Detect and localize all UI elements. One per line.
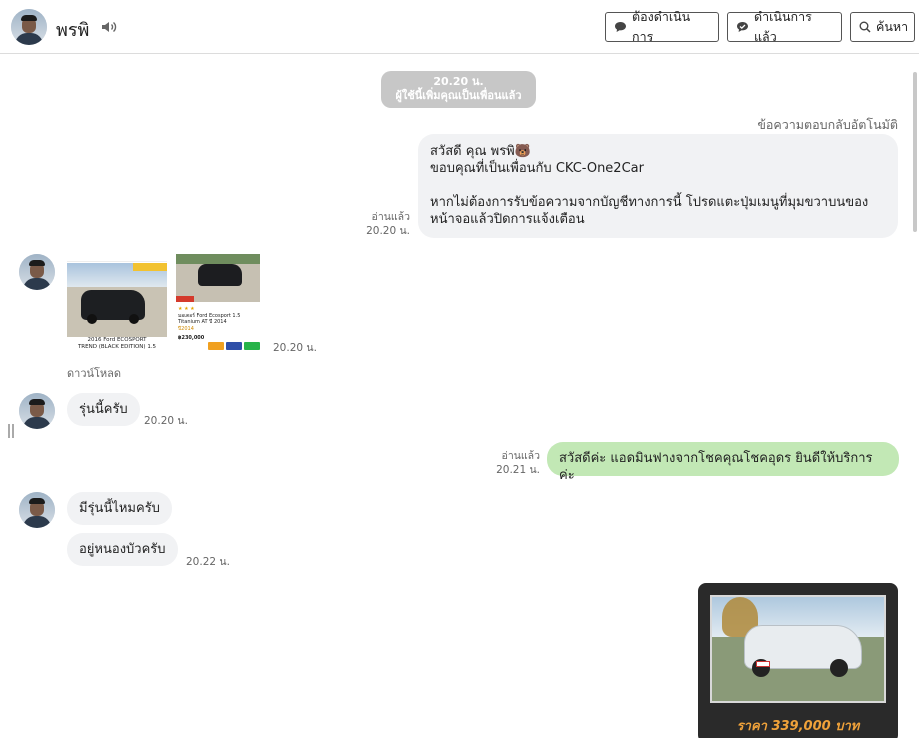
car-photo[interactable]	[710, 595, 886, 703]
chat-header: พรพิ ต้องดำเนินการ ดำเนินการแล้ว ค้นหา	[0, 0, 919, 54]
sender-avatar[interactable]	[19, 393, 55, 429]
welcome-meta: อ่านแล้ว 20.20 น.	[350, 210, 410, 238]
speaker-icon[interactable]	[101, 20, 117, 34]
scrollbar-thumb[interactable]	[913, 72, 917, 232]
product-image-1[interactable]: 2016 Ford ECOSPORT TREND (BLACK EDITION)…	[67, 254, 167, 352]
pending-label: ต้องดำเนินการ	[632, 9, 691, 44]
auto-reply-label: ข้อความตอบกลับอัตโนมัติ	[757, 117, 898, 132]
message-text: มีรุ่นนี้ไหมครับ	[79, 501, 160, 516]
system-time: 20.20 น.	[433, 75, 484, 88]
image-1-caption-2: TREND (BLACK EDITION) 1.5	[77, 344, 157, 350]
sender-avatar[interactable]	[19, 254, 55, 290]
message-time: 20.22 น.	[186, 556, 230, 568]
product-image-2[interactable]: ★ ★ ★ มอเตอร์ Ford Ecosport 1.5 Titanium…	[176, 254, 264, 352]
message-time: 20.20 น.	[144, 415, 188, 427]
read-status: อ่านแล้ว	[371, 211, 410, 223]
system-text: ผู้ใช้นี้เพิ่มคุณเป็นเพื่อนแล้ว	[395, 89, 522, 102]
resize-handle[interactable]	[8, 424, 14, 438]
welcome-message[interactable]: สวัสดี คุณ พรพิ🐻 ขอบคุณที่เป็นเพื่อนกับ …	[418, 134, 898, 238]
read-status: อ่านแล้ว	[501, 450, 540, 462]
incoming-message[interactable]: อยู่หนองบัวครับ	[67, 533, 178, 566]
message-text: สวัสดีค่ะ แอดมินฟางจากโชคคุณโชคอุดร ยินด…	[559, 451, 873, 483]
outgoing-message[interactable]: สวัสดีค่ะ แอดมินฟางจากโชคคุณโชคอุดร ยินด…	[547, 442, 899, 483]
message-text: อยู่หนองบัวครับ	[79, 542, 166, 557]
product-card[interactable]: ราคา 339,000 บาท	[698, 583, 898, 738]
welcome-line-4: หน้าจอแล้วปิดการแจ้งเตือน	[430, 212, 585, 227]
welcome-line-2: ขอบคุณที่เป็นเพื่อนกับ CKC-One2Car	[430, 161, 644, 176]
done-button[interactable]: ดำเนินการแล้ว	[727, 9, 842, 44]
message-text: รุ่นนี้ครับ	[79, 402, 128, 417]
welcome-line-3: หากไม่ต้องการรับข้อความจากบัญชีทางการนี้…	[430, 195, 869, 210]
contact-name[interactable]: พรพิ	[56, 15, 89, 44]
image-2-price: ฿230,000	[178, 335, 205, 341]
done-label: ดำเนินการแล้ว	[754, 9, 812, 44]
pending-button[interactable]: ต้องดำเนินการ	[605, 9, 719, 44]
check-chat-icon	[737, 22, 748, 32]
message-time: 20.20 น.	[366, 225, 410, 237]
message-meta: อ่านแล้ว 20.21 น.	[480, 449, 540, 477]
search-label: ค้นหา	[876, 19, 909, 34]
chat-bubble-icon	[615, 22, 626, 32]
incoming-message[interactable]: รุ่นนี้ครับ	[67, 393, 140, 426]
message-time: 20.21 น.	[496, 464, 540, 476]
welcome-line-1: สวัสดี คุณ พรพิ🐻	[430, 144, 531, 159]
card-price: ราคา 339,000 บาท	[736, 719, 860, 734]
contact-avatar[interactable]	[11, 9, 47, 45]
image-1-caption-1: 2016 Ford ECOSPORT	[87, 337, 147, 343]
search-icon	[859, 21, 871, 33]
incoming-message[interactable]: มีรุ่นนี้ไหมครับ	[67, 492, 172, 525]
download-link[interactable]: ดาวน์โหลด	[67, 364, 121, 382]
sender-avatar[interactable]	[19, 492, 55, 528]
system-message: 20.20 น. ผู้ใช้นี้เพิ่มคุณเป็นเพื่อนแล้ว	[381, 71, 536, 108]
search-button[interactable]: ค้นหา	[850, 12, 915, 42]
message-time: 20.20 น.	[273, 342, 317, 354]
image-2-year: ปี2014	[178, 325, 194, 332]
